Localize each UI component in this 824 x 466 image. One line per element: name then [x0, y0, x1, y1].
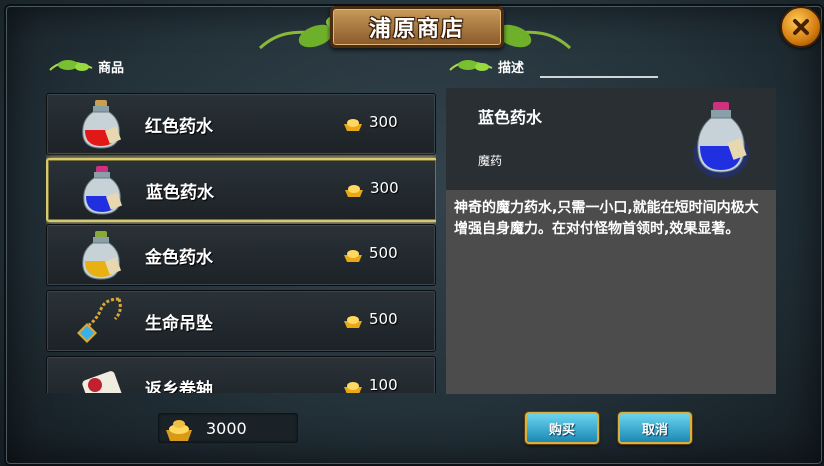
red-potion-icon	[82, 100, 122, 149]
item-name: 红色药水	[145, 117, 213, 137]
gold-balance: 3000	[206, 419, 247, 438]
blue-potion-icon	[693, 102, 749, 178]
item-price: 300	[369, 113, 398, 131]
item-price: 100	[369, 376, 398, 393]
item-name: 蓝色药水	[146, 183, 214, 203]
leaf-icon	[449, 60, 493, 71]
item-name: 金色药水	[145, 248, 213, 268]
description-section-header: 描述	[448, 56, 524, 76]
blue-potion-icon	[83, 166, 123, 215]
list-item[interactable]: 金色药水 500	[46, 224, 436, 286]
cancel-button[interactable]: 取消	[618, 412, 692, 444]
item-price: 300	[370, 179, 399, 197]
buy-button[interactable]: 购买	[525, 412, 599, 444]
gold-potion-icon	[82, 231, 122, 280]
detail-description: 神奇的魔力药水,只需一小口,就能在短时间内极大增强自身魔力。在对付怪物首领时,效…	[454, 200, 759, 237]
list-item-selected[interactable]: 蓝色药水 300	[46, 158, 436, 222]
leaf-icon	[49, 60, 93, 71]
gold-ingot-icon	[345, 185, 363, 197]
header-divider	[540, 76, 658, 78]
list-item[interactable]: 返乡卷轴 100	[46, 356, 436, 393]
item-name: 生命吊坠	[145, 314, 213, 334]
item-list[interactable]: 红色药水 300 蓝色药水 300 金色药水 500 生命吊坠 500 返乡卷轴…	[46, 88, 436, 393]
detail-item-name: 蓝色药水	[478, 108, 543, 127]
list-item[interactable]: 生命吊坠 500	[46, 290, 436, 352]
item-price: 500	[369, 244, 398, 262]
gold-pile-icon	[166, 420, 192, 441]
item-price: 500	[369, 310, 398, 328]
return-scroll-icon	[82, 371, 122, 393]
gold-ingot-icon	[344, 382, 362, 393]
gold-ingot-icon	[344, 119, 362, 131]
close-button[interactable]	[780, 6, 822, 48]
life-pendant-icon	[77, 297, 122, 343]
gold-ingot-icon	[344, 250, 362, 262]
list-item[interactable]: 红色药水 300	[46, 93, 436, 155]
detail-item-type: 魔药	[478, 154, 503, 168]
gold-ingot-icon	[344, 316, 362, 328]
shop-title: 浦原商店	[368, 17, 465, 42]
close-icon	[793, 19, 809, 35]
items-section-label: 商品	[98, 60, 125, 76]
description-section-label: 描述	[498, 60, 525, 76]
items-section-header: 商品	[48, 56, 124, 76]
item-name: 返乡卷轴	[145, 380, 213, 393]
title-plaque: 浦原商店	[330, 6, 504, 48]
